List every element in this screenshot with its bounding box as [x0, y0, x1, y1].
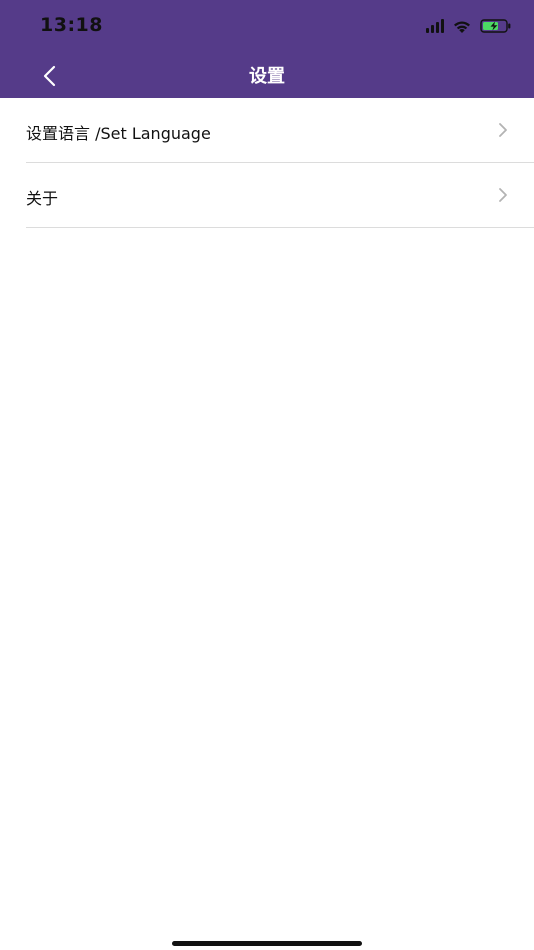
status-time: 13:18 — [40, 14, 103, 36]
wifi-icon — [452, 18, 472, 34]
settings-item-label: 设置语言 /Set Language — [26, 124, 211, 143]
settings-item-language[interactable]: 设置语言 /Set Language — [26, 98, 534, 163]
home-indicator — [172, 941, 362, 946]
status-icons — [426, 16, 512, 36]
settings-item-label: 关于 — [26, 189, 59, 208]
top-bar: 13:18 设置 — [0, 0, 534, 98]
chevron-right-icon — [499, 123, 507, 137]
settings-item-about[interactable]: 关于 — [26, 163, 534, 228]
signal-icon — [426, 19, 444, 33]
chevron-right-icon — [499, 188, 507, 202]
battery-charging-icon — [480, 18, 512, 34]
settings-list: 设置语言 /Set Language 关于 — [0, 98, 534, 228]
page-title: 设置 — [249, 66, 285, 87]
